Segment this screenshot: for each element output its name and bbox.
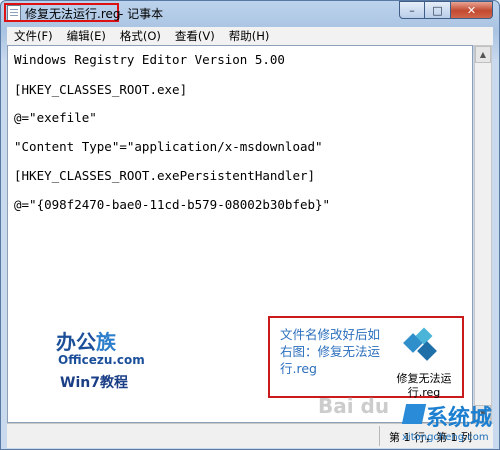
editor-line: Windows Registry Editor Version 5.00 [14,52,285,67]
xitongcheng-url: xitongcheng.com [402,432,489,443]
logo-main-prefix: 办公 [56,330,96,354]
status-divider [379,426,380,446]
officezu-logo: 办公族 Officezu.com Win7教程 [56,326,176,396]
menu-edit[interactable]: 编辑(E) [60,28,113,44]
logo-main-text: 办公族 [56,326,116,355]
editor-line: @="{098f2470-bae0-11cd-b579-08002b30bfeb… [14,197,331,212]
reg-file-label: 修复无法运行.reg [396,372,452,399]
menu-format[interactable]: 格式(O) [113,28,168,44]
reg-file-icon[interactable] [398,326,444,366]
annotation-text: 文件名修改好后如右图：修复无法运行.reg [280,327,381,376]
menu-help[interactable]: 帮助(H) [222,28,277,44]
menu-view[interactable]: 查看(V) [168,28,222,44]
xitongcheng-logo-icon [401,404,427,424]
xitongcheng-brand: 系统城 [426,406,493,431]
minimize-button[interactable]: – [399,1,425,19]
maximize-button[interactable]: □ [425,1,451,19]
editor-line: "Content Type"="application/x-msdownload… [14,139,323,154]
window-filename: 修复无法运行.reg [25,7,121,21]
menu-file[interactable]: 文件(F) [7,28,60,44]
logo-tagline: Win7教程 [60,375,128,391]
window-app-name: - 记事本 [119,7,164,21]
menu-bar: 文件(F) 编辑(E) 格式(O) 查看(V) 帮助(H) [7,27,493,45]
title-bar[interactable]: 修复无法运行.reg - 记事本 – □ ✕ [1,1,499,25]
vertical-scrollbar[interactable]: ▲ ▼ [474,45,492,423]
scroll-up-icon[interactable]: ▲ [475,46,491,63]
logo-main-accent: 族 [96,330,116,354]
logo-site: Officezu.com [58,353,145,367]
editor-line: [HKEY_CLASSES_ROOT.exePersistentHandler] [14,168,316,183]
editor-line: @="exefile" [14,110,97,125]
window-controls: – □ ✕ [399,1,493,21]
close-button[interactable]: ✕ [451,1,493,19]
baidu-watermark: Bai du [318,394,390,418]
editor-line: [HKEY_CLASSES_ROOT.exe] [14,82,188,97]
